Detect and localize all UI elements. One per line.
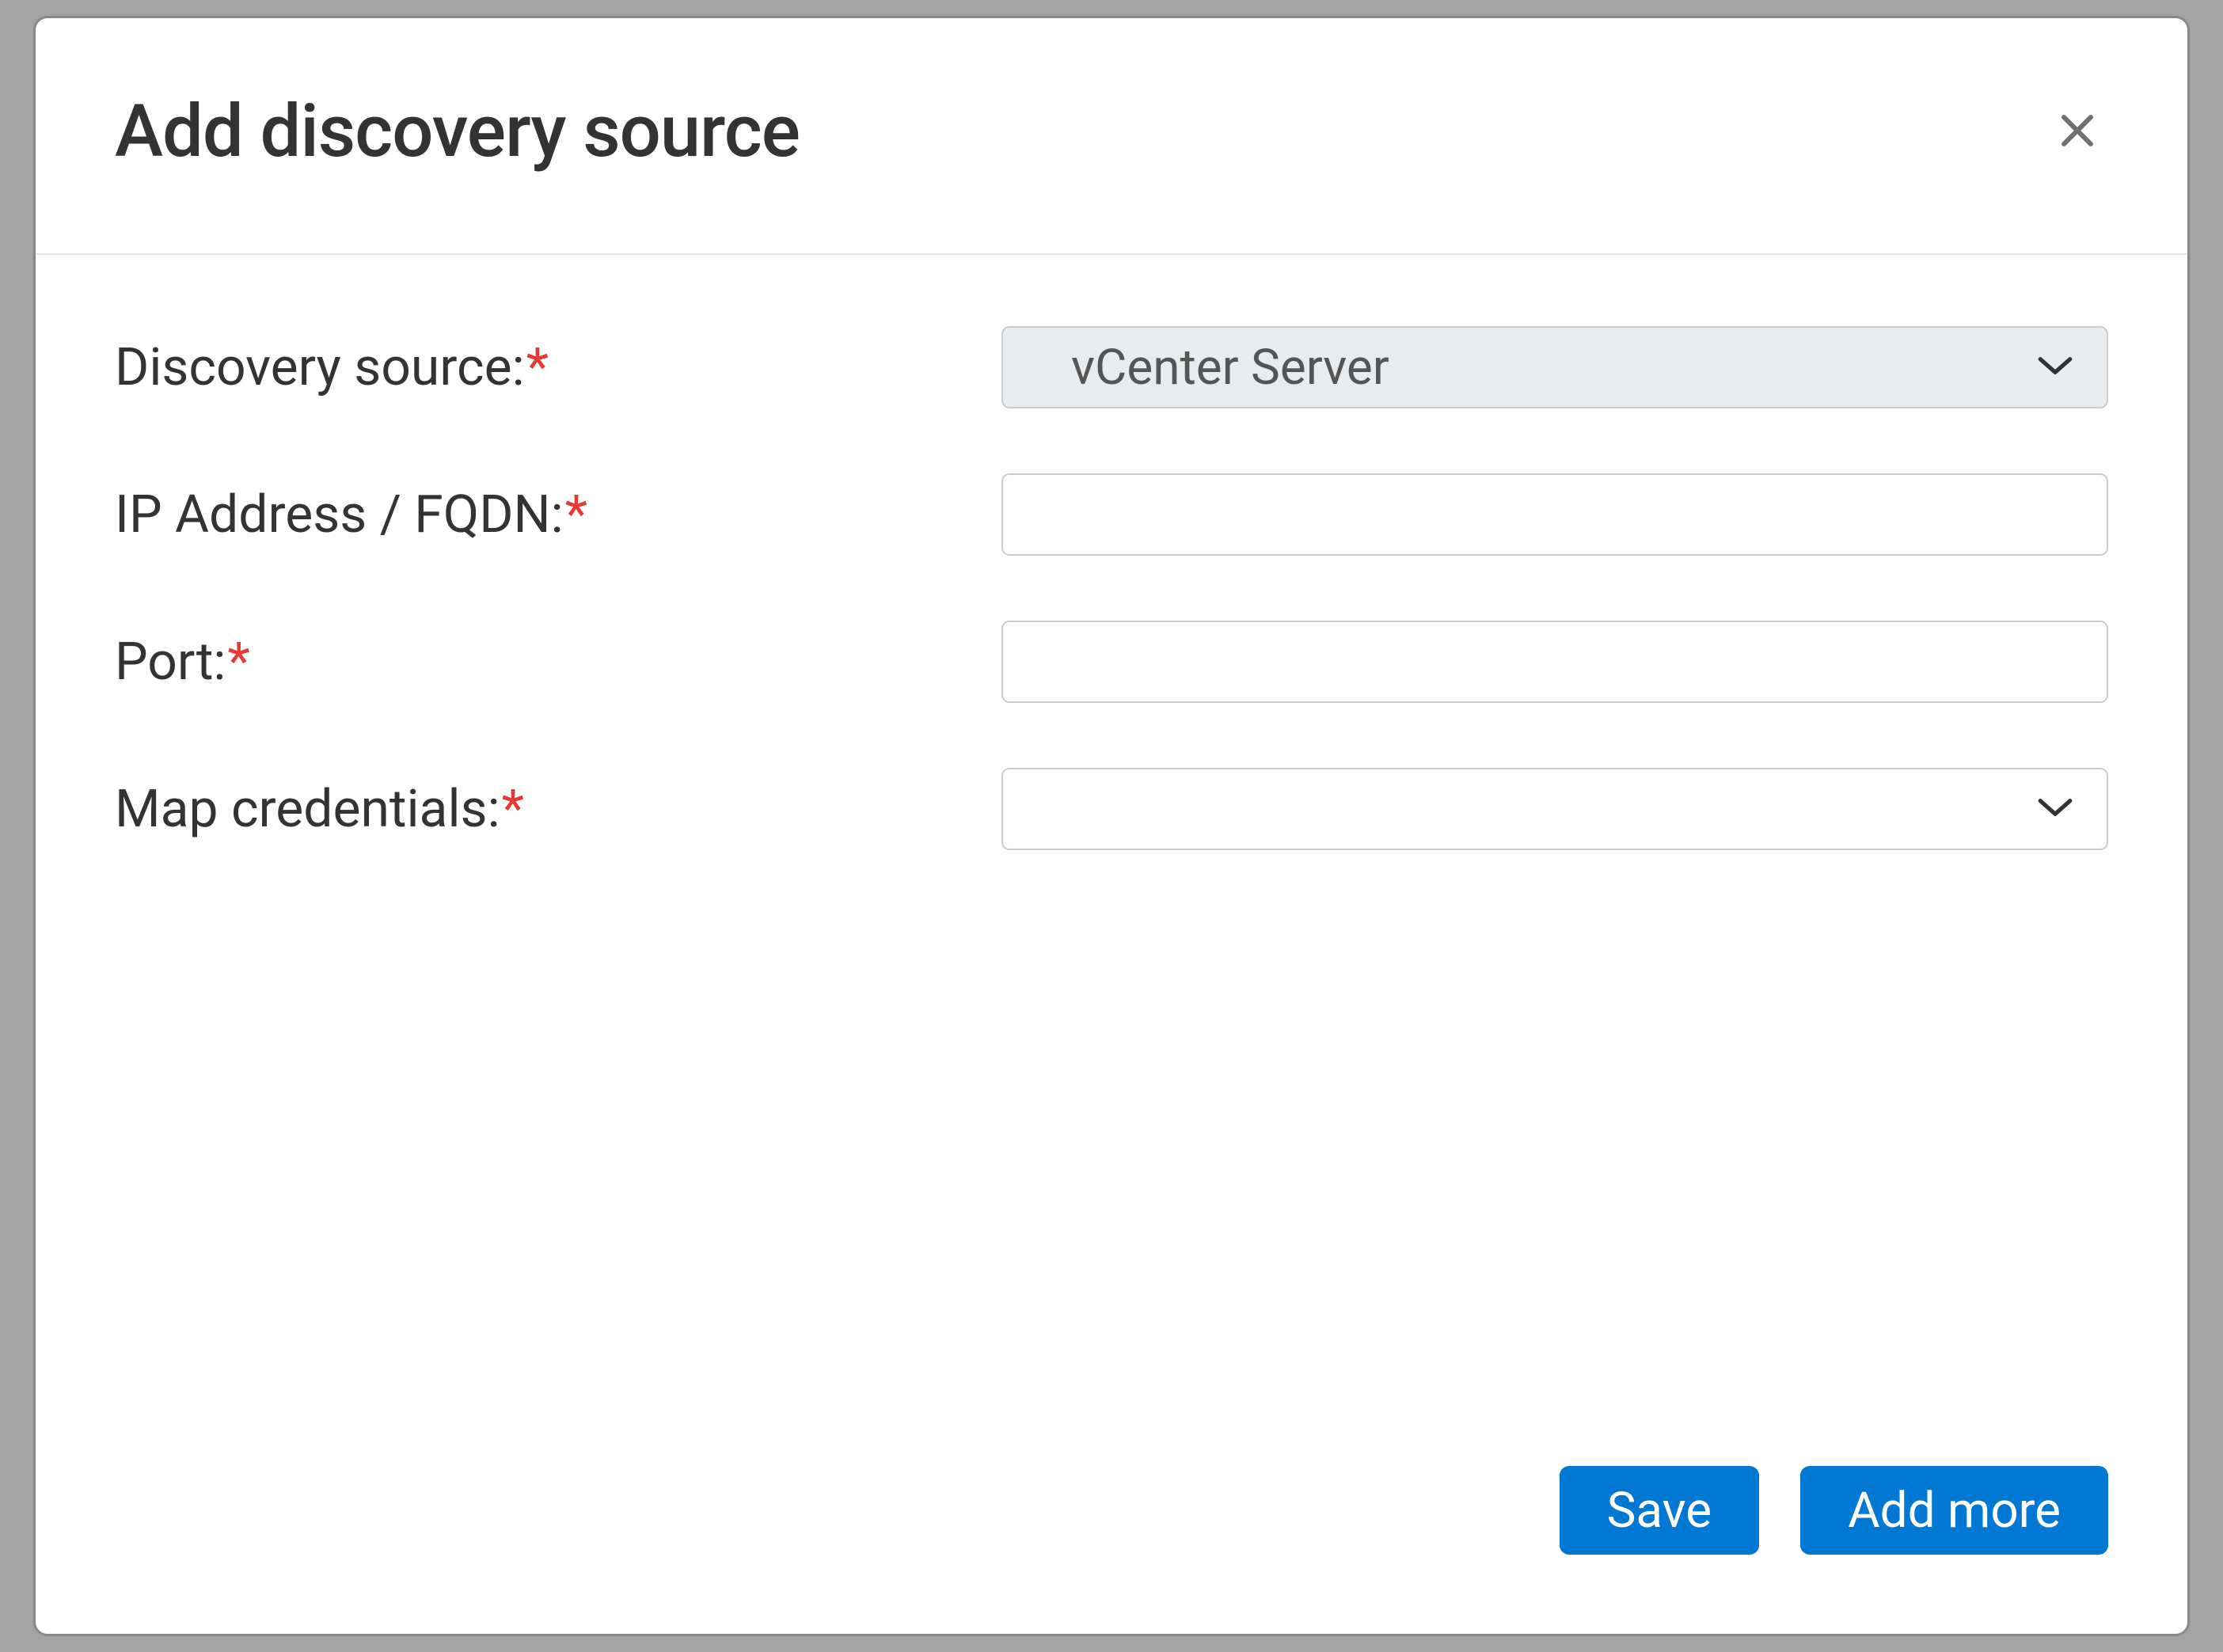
port-label: Port:* (115, 632, 1001, 693)
required-asterisk: * (502, 779, 524, 840)
ip-address-row: IP Address / FQDN:* (115, 473, 2108, 556)
discovery-source-row: Discovery source:* vCenter Server (115, 326, 2108, 408)
close-icon (2054, 108, 2100, 156)
map-credentials-select[interactable] (1001, 768, 2108, 850)
add-discovery-source-modal: Add discovery source Discovery source:* … (33, 16, 2190, 1636)
ip-address-label: IP Address / FQDN:* (115, 484, 1001, 545)
add-more-button[interactable]: Add more (1800, 1466, 2108, 1555)
modal-header: Add discovery source (36, 18, 2187, 255)
discovery-source-label: Discovery source:* (115, 337, 1001, 398)
ip-address-input[interactable] (1001, 473, 2108, 556)
required-asterisk: * (565, 484, 587, 545)
modal-footer: Save Add more (36, 1466, 2187, 1634)
discovery-source-select-wrapper: vCenter Server (1001, 326, 2108, 408)
map-credentials-label: Map credentials:* (115, 779, 1001, 840)
modal-title: Add discovery source (115, 89, 800, 174)
map-credentials-row: Map credentials:* (115, 768, 2108, 850)
required-asterisk: * (227, 632, 249, 693)
modal-body: Discovery source:* vCenter Server IP Add… (36, 255, 2187, 1466)
save-button[interactable]: Save (1560, 1466, 1760, 1555)
map-credentials-select-wrapper (1001, 768, 2108, 850)
close-button[interactable] (2046, 100, 2108, 164)
port-input[interactable] (1001, 621, 2108, 703)
discovery-source-select[interactable]: vCenter Server (1001, 326, 2108, 408)
port-row: Port:* (115, 621, 2108, 703)
required-asterisk: * (526, 337, 549, 398)
